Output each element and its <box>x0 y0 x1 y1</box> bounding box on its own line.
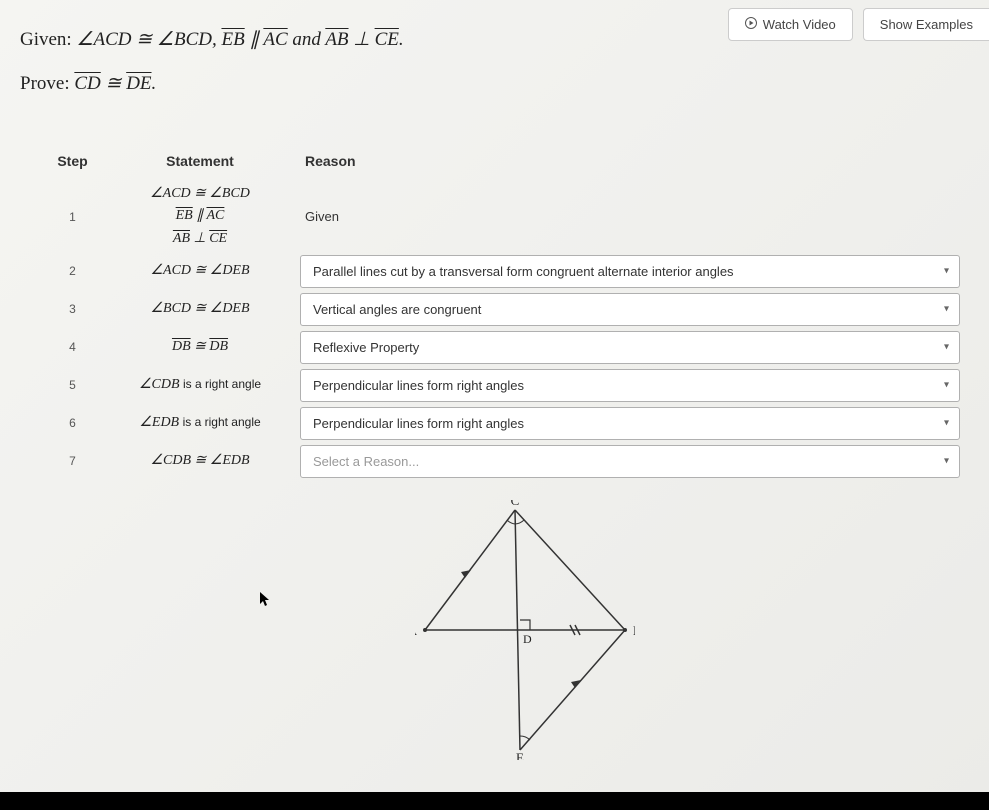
vertex-d-label: D <box>523 632 532 646</box>
cursor-icon <box>260 592 272 613</box>
vertex-e-label: E <box>516 750 524 760</box>
show-examples-label: Show Examples <box>880 17 973 32</box>
table-row: 1∠ACD ≅ ∠BCDEB ∥ ACAB ⊥ CEGiven <box>45 181 965 252</box>
proof-table: Step Statement Reason 1∠ACD ≅ ∠BCDEB ∥ A… <box>45 145 965 480</box>
prove-statement: Prove: CD ≅ DE. <box>20 72 156 95</box>
header-step: Step <box>45 153 100 169</box>
table-row: 7∠CDB ≅ ∠EDBSelect a Reason... <box>45 442 965 480</box>
step-number: 2 <box>45 264 100 278</box>
reason-dropdown[interactable]: Reflexive Property <box>300 331 960 364</box>
table-row: 6∠EDB is a right anglePerpendicular line… <box>45 404 965 442</box>
header-reason: Reason <box>300 153 965 169</box>
reason-dropdown[interactable]: Perpendicular lines form right angles <box>300 369 960 402</box>
reason-cell: Perpendicular lines form right angles <box>300 369 965 402</box>
reason-cell: Parallel lines cut by a transversal form… <box>300 255 965 288</box>
show-examples-button[interactable]: Show Examples <box>863 8 989 41</box>
step-number: 7 <box>45 454 100 468</box>
reason-cell: Vertical angles are congruent <box>300 293 965 326</box>
table-row: 3∠BCD ≅ ∠DEBVertical angles are congruen… <box>45 290 965 328</box>
watch-video-button[interactable]: Watch Video <box>728 8 853 41</box>
table-header: Step Statement Reason <box>45 145 965 181</box>
play-icon <box>745 17 757 32</box>
statement-cell: ∠EDB is a right angle <box>100 412 300 434</box>
statement-cell: ∠CDB ≅ ∠EDB <box>100 450 300 472</box>
step-number: 4 <box>45 340 100 354</box>
vertex-c-label: C <box>511 500 520 508</box>
reason-cell: Given <box>300 209 965 224</box>
geometry-figure: A B C D E <box>415 500 635 760</box>
header-statement: Statement <box>100 153 300 169</box>
step-number: 5 <box>45 378 100 392</box>
statement-cell: ∠ACD ≅ ∠BCDEB ∥ ACAB ⊥ CE <box>100 183 300 250</box>
step-number: 6 <box>45 416 100 430</box>
reason-dropdown[interactable]: Parallel lines cut by a transversal form… <box>300 255 960 288</box>
reason-cell: Perpendicular lines form right angles <box>300 407 965 440</box>
statement-cell: ∠BCD ≅ ∠DEB <box>100 298 300 320</box>
given-statement: Given: ∠ACD ≅ ∠BCD, EB ∥ AC and AB ⊥ CE. <box>20 28 404 51</box>
reason-cell: Select a Reason... <box>300 445 965 478</box>
reason-dropdown[interactable]: Perpendicular lines form right angles <box>300 407 960 440</box>
table-row: 2∠ACD ≅ ∠DEBParallel lines cut by a tran… <box>45 252 965 290</box>
bottom-bar <box>0 792 989 810</box>
step-number: 1 <box>45 210 100 224</box>
reason-cell: Reflexive Property <box>300 331 965 364</box>
reason-dropdown[interactable]: Select a Reason... <box>300 445 960 478</box>
table-row: 4DB ≅ DBReflexive Property <box>45 328 965 366</box>
statement-cell: ∠ACD ≅ ∠DEB <box>100 260 300 282</box>
statement-cell: DB ≅ DB <box>100 336 300 358</box>
step-number: 3 <box>45 302 100 316</box>
watch-video-label: Watch Video <box>763 17 836 32</box>
vertex-a-label: A <box>415 623 418 638</box>
statement-cell: ∠CDB is a right angle <box>100 374 300 396</box>
table-row: 5∠CDB is a right anglePerpendicular line… <box>45 366 965 404</box>
vertex-b-label: B <box>633 623 635 638</box>
reason-dropdown[interactable]: Vertical angles are congruent <box>300 293 960 326</box>
